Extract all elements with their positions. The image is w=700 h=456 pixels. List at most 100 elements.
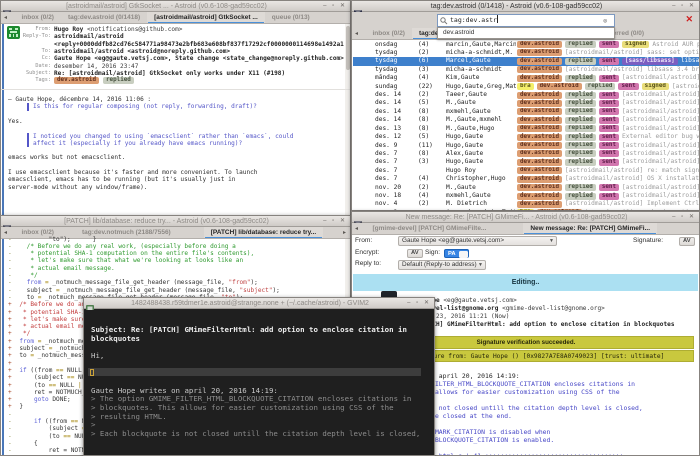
signature-toggle[interactable]: AV (679, 237, 695, 246)
window-thread-view: [astroidmail/astroid] GtkSocket ... - As… (0, 0, 351, 216)
scrollbar-thumb[interactable] (346, 26, 350, 70)
thread-row[interactable]: tysdag(6)Marcel,Gautedev.astroidreplieds… (353, 57, 699, 65)
thread-row[interactable]: måndag(4)Kim,Gautedev.astroidrepliedsent… (353, 74, 699, 82)
header-label: From: (5, 26, 51, 33)
tab-0[interactable]: [gmime-devel] [PATCH] GMimeFilte... (365, 223, 493, 235)
tab-0[interactable]: inbox (0/2) (14, 12, 61, 24)
window-buttons[interactable]: ‒ ▫ ✕ (323, 216, 347, 227)
signature-label: Signature: (633, 236, 663, 246)
thread-count: (4) (418, 192, 446, 200)
thread-row[interactable]: nov. 18(4)mxmehl,Gautedev.astroidreplied… (353, 192, 699, 200)
thread-authors: mxmehl,Gaute (446, 108, 516, 116)
thread-authors: Christopher,Hugo (446, 175, 516, 183)
thread-row[interactable]: des. 7(8)Alex,Gautedev.astroidrepliedsen… (353, 150, 699, 158)
window-buttons[interactable]: ‒ ▫ ✕ (672, 1, 696, 12)
thread-subject: [astroidmail/astroid] Crash on startup (… (622, 74, 699, 81)
desktop: [astroidmail/astroid] GtkSocket ... - As… (0, 0, 700, 456)
diff-line: - * let's make sure that what we're look… (1, 257, 344, 264)
tab-1[interactable]: New message: Re: [PATCH] GMimeFi... (523, 223, 657, 235)
thread-count: (2) (418, 184, 446, 192)
window-buttons[interactable]: ‒ ▫ ✕ (323, 1, 347, 12)
thread-date: måndag (375, 74, 415, 82)
tag-chip[interactable]: dev.astroid (54, 77, 99, 84)
tab-scroll-left-icon[interactable]: ◂ (352, 223, 361, 235)
thread-row[interactable]: nov. 20(2)M.,Gautedev.astroidrepliedsent… (353, 184, 699, 192)
thread-row[interactable]: tysdag(2)micha-a-schmidt,M.dev.astroid[a… (353, 49, 699, 57)
sign-toggle[interactable]: PA (444, 249, 469, 258)
titlebar-patch-view[interactable]: [PATCH] lib/database: reduce try... - As… (1, 216, 350, 227)
thread-row[interactable]: des. 7(3)Hugo,Gautedev.astroidrepliedsen… (353, 158, 699, 166)
tag-chip: dev.astroid (517, 167, 562, 174)
tag-chip[interactable]: replied (103, 77, 134, 84)
thread-row[interactable]: des. 7(4)Christopher,Hugodev.astroid[ast… (353, 175, 699, 183)
header-value: <reply+0000ddfb82cd76c584771a98473e2bfb6… (54, 41, 344, 48)
tag-chip: dev.astroid (517, 159, 562, 166)
body-text-line: Yes. (8, 118, 342, 125)
thread-row[interactable]: des. 7Hugo Roydev.astroid[astroidmail/as… (353, 167, 699, 175)
window-buttons[interactable]: ‒ ▫ ✕ (407, 298, 431, 309)
tab-1[interactable]: tag:dev.astroid (0/1418) (61, 12, 147, 24)
gvim-text-area[interactable]: Subject: Re: [PATCH] GMimeFilterHtml: ad… (85, 310, 433, 455)
titlebar-thread-view[interactable]: [astroidmail/astroid] GtkSocket ... - As… (1, 1, 350, 12)
tag-chip: dev.astroid (517, 134, 562, 141)
tag-chip: replied (565, 134, 596, 141)
thread-row[interactable]: sundag(22)Hugo,Gaute,Greg,Matt.bradev.as… (353, 83, 699, 91)
titlebar-compose[interactable]: New message: Re: [PATCH] GMimeFi... - As… (352, 212, 699, 223)
thread-row[interactable]: des. 13(8)M.,Gaute,Hugodev.astroidreplie… (353, 125, 699, 133)
tabs-br: [gmime-devel] [PATCH] GMimeFilte... New m… (365, 223, 657, 235)
header-label: Tags: (5, 77, 51, 84)
search-autocomplete-dropdown[interactable]: dev.astroid (437, 27, 615, 39)
thread-row[interactable]: des. 12(5)Hugo,Gautedev.astroidrepliedse… (353, 133, 699, 141)
header-value: Gaute Hope <eg@gaute.vetsj.com>, State c… (54, 55, 344, 62)
autocomplete-item[interactable]: dev.astroid (443, 29, 474, 36)
titlebar-gvim[interactable]: 1482488438.r59tdmer1e.astroid@strange.no… (84, 298, 434, 309)
thread-row[interactable]: des. 14(8)mxmehl,Gautedev.astroidreplied… (353, 108, 699, 116)
header-separator (1, 89, 350, 90)
thread-row[interactable]: nov. 4(2)M. Dietrichdev.astroid[astroidm… (353, 200, 699, 208)
thread-row[interactable]: des. 14(2)Taeer,Gautedev.astroidreplieds… (353, 91, 699, 99)
tab-3[interactable]: queue (0/13) (265, 12, 317, 24)
thread-date: tysdag (375, 66, 415, 74)
text-cursor (90, 369, 94, 376)
thread-subject: [astroidmail/astroid] Startup failure (#… (622, 158, 699, 165)
thread-date: des. 7 (375, 175, 415, 183)
header-value: astroidmail/astroid (54, 33, 344, 40)
thread-count: (11) (418, 142, 446, 150)
from-value: Gaute Hope <eg@gaute.vetsj.com> (402, 237, 504, 244)
thread-row[interactable]: des. 14(5)M.,Gautedev.astroidrepliedsent… (353, 99, 699, 107)
thread-authors: marcin,Gaute,Marcin (446, 41, 516, 49)
thread-date: des. 12 (375, 133, 415, 141)
clear-search-icon[interactable]: ⊗ (603, 17, 611, 25)
window-buttons[interactable]: ‒ ▫ ✕ (672, 212, 696, 223)
header-label: Subject: (5, 70, 51, 77)
thread-subject: [astroidmail/astroid] libsass 3.4 breaks… (565, 66, 699, 73)
titlebar-thread-list[interactable]: tag:dev.astroid (0/1418) - Astroid (v0.6… (352, 1, 699, 12)
thread-authors: Hugo,Gaute (446, 133, 516, 141)
search-input[interactable]: tag:dev.astr ⊗ (437, 14, 615, 27)
tab-scroll-left-icon[interactable]: ◂ (352, 28, 361, 40)
thread-row[interactable]: tysdag(3)micha-a-schmidtdev.astroid[astr… (353, 66, 699, 74)
tab-0[interactable]: inbox (0/2) (365, 28, 412, 40)
thread-row[interactable]: onsdag(4)marcin,Gaute,Marcindev.astroidr… (353, 41, 699, 49)
thread-row[interactable]: des. 14(8)M.,Gaute,mxmehldev.astroidrepl… (353, 116, 699, 124)
thread-row[interactable]: des. 9(11)Hugo,Gautedev.astroidrepliedse… (353, 142, 699, 150)
from-select[interactable]: Gaute Hope <eg@gaute.vetsj.com> ▼ (398, 236, 557, 246)
envelope-icon (354, 3, 362, 10)
encrypt-toggle[interactable]: AV (407, 249, 423, 258)
thread-count: (3) (418, 66, 446, 74)
tag-chip: dev.astroid (517, 108, 562, 115)
tag-chip: sent (599, 108, 619, 115)
from-label: From: (355, 236, 372, 246)
search-close-button[interactable]: ✕ (685, 13, 693, 26)
header-label: Date: (5, 63, 51, 70)
replyto-select[interactable]: Default (Reply-to address) ▼ (398, 260, 486, 270)
tag-chip: replied (565, 150, 596, 157)
thread-view-content: From:Hugo Roy <notifications@github.com>… (1, 24, 350, 216)
tab-2[interactable]: [astroidmail/astroid] GtkSocket ... (147, 12, 265, 24)
tag-chip: sent (599, 41, 619, 48)
quoted-text-line: I noticed you changed to using `emacscli… (27, 133, 342, 140)
tab-scroll-left-icon[interactable]: ◂ (1, 12, 10, 24)
thread-count: (6) (418, 57, 446, 65)
scrollbar-track[interactable] (345, 24, 350, 216)
tag-chip: replied (565, 100, 596, 107)
